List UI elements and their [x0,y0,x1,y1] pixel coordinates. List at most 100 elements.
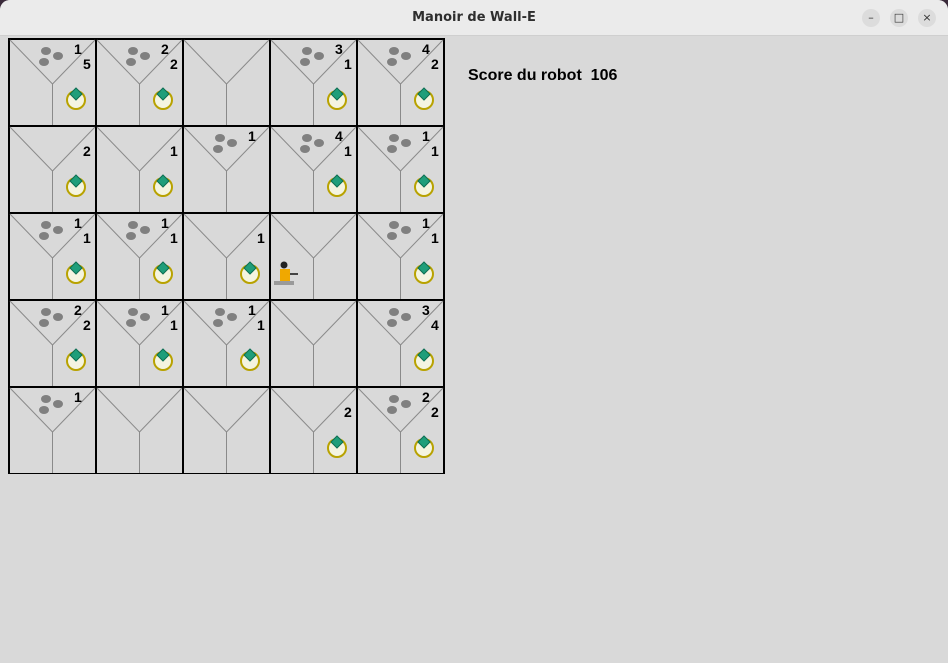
jewel-count-label: 1 [431,230,439,246]
dust-count-label: 1 [74,389,82,405]
room-cell[interactable]: 2 [8,125,97,214]
room-cell[interactable]: 1 [182,212,271,301]
room-cell[interactable] [95,386,184,475]
room-cell[interactable]: 2 [269,386,358,475]
dust-icon [314,139,324,147]
dust-icon [140,226,150,234]
dust-count-label: 4 [335,128,343,144]
game-area: 1522314221141111111111221111341222 Score… [0,36,948,663]
jewel-count-label: 2 [83,143,91,159]
close-button[interactable]: × [918,9,936,27]
jewel-count-label: 1 [344,56,352,72]
dust-icon [300,58,310,66]
dust-icon [389,308,399,316]
dust-icon [53,400,63,408]
jewel-count-label: 2 [431,404,439,420]
dust-count-label: 2 [161,41,169,57]
room-cell[interactable]: 22 [8,299,97,388]
score-label: Score du robot [468,67,582,84]
manor-grid-svg: 152231422 11 41111111 111221111341222 [8,38,445,475]
robot-body [280,269,290,281]
jewel-count-label: 1 [83,230,91,246]
dust-count-label: 1 [422,128,430,144]
dust-icon [140,313,150,321]
room-cell[interactable]: 11 [95,212,184,301]
dust-icon [126,319,136,327]
room-cell[interactable]: 31 [269,38,358,127]
title-bar[interactable]: Manoir de Wall-E – □ × [0,0,948,36]
app-window: Manoir de Wall-E – □ × 15223142211411111… [0,0,948,663]
jewel-count-label: 4 [431,317,439,333]
dust-icon [140,52,150,60]
dust-icon [41,221,51,229]
jewel-count-label: 1 [170,143,178,159]
room-cell[interactable]: 42 [356,38,445,127]
room-cell[interactable]: 41 [269,125,358,214]
dust-icon [128,221,138,229]
dust-count-label: 3 [422,302,430,318]
room-cell[interactable]: 15 [8,38,97,127]
dust-icon [401,313,411,321]
room-cell[interactable]: 11 [356,212,445,301]
dust-icon [300,145,310,153]
dust-icon [387,58,397,66]
room-cell[interactable]: 22 [356,386,445,475]
dust-icon [39,319,49,327]
jewel-count-label: 2 [83,317,91,333]
dust-icon [227,139,237,147]
score-value: 106 [590,67,618,84]
dust-count-label: 1 [74,215,82,231]
jewel-count-label: 1 [257,317,265,333]
dust-icon [41,308,51,316]
room-cell[interactable] [269,212,358,301]
minimize-button[interactable]: – [862,9,880,27]
dust-icon [389,395,399,403]
dust-icon [53,313,63,321]
score-display: Score du robot 106 [468,67,617,85]
dust-count-label: 1 [74,41,82,57]
room-cell[interactable] [182,386,271,475]
dust-icon [39,58,49,66]
robot-arm [290,273,298,275]
dust-icon [389,47,399,55]
room-cell[interactable]: 22 [95,38,184,127]
dust-icon [128,47,138,55]
dust-icon [401,400,411,408]
dust-icon [128,308,138,316]
room-cell[interactable]: 1 [95,125,184,214]
dust-icon [389,134,399,142]
dust-icon [126,58,136,66]
room-cell[interactable]: 11 [182,299,271,388]
dust-icon [53,52,63,60]
jewel-count-label: 2 [431,56,439,72]
jewel-count-label: 1 [344,143,352,159]
robot-base [274,281,294,285]
room-cell[interactable]: 1 [8,386,97,475]
dust-icon [302,47,312,55]
dust-count-label: 4 [422,41,430,57]
dust-icon [389,221,399,229]
dust-count-label: 1 [248,128,256,144]
dust-icon [401,226,411,234]
room-cell[interactable] [269,299,358,388]
maximize-button[interactable]: □ [890,9,908,27]
manor-grid: 1522314221141111111111221111341222 [8,38,446,478]
room-cell[interactable]: 11 [356,125,445,214]
dust-icon [215,308,225,316]
room-cell[interactable]: 11 [95,299,184,388]
room-cell[interactable]: 34 [356,299,445,388]
dust-icon [387,232,397,240]
dust-count-label: 1 [248,302,256,318]
room-cell[interactable]: 1 [182,125,271,214]
jewel-count-label: 1 [170,230,178,246]
room-cell[interactable] [182,38,271,127]
dust-icon [41,47,51,55]
dust-icon [387,406,397,414]
jewel-count-label: 1 [257,230,265,246]
jewel-count-label: 5 [83,56,91,72]
dust-count-label: 2 [74,302,82,318]
dust-icon [53,226,63,234]
dust-count-label: 1 [161,215,169,231]
room-cell[interactable]: 11 [8,212,97,301]
jewel-count-label: 2 [344,404,352,420]
